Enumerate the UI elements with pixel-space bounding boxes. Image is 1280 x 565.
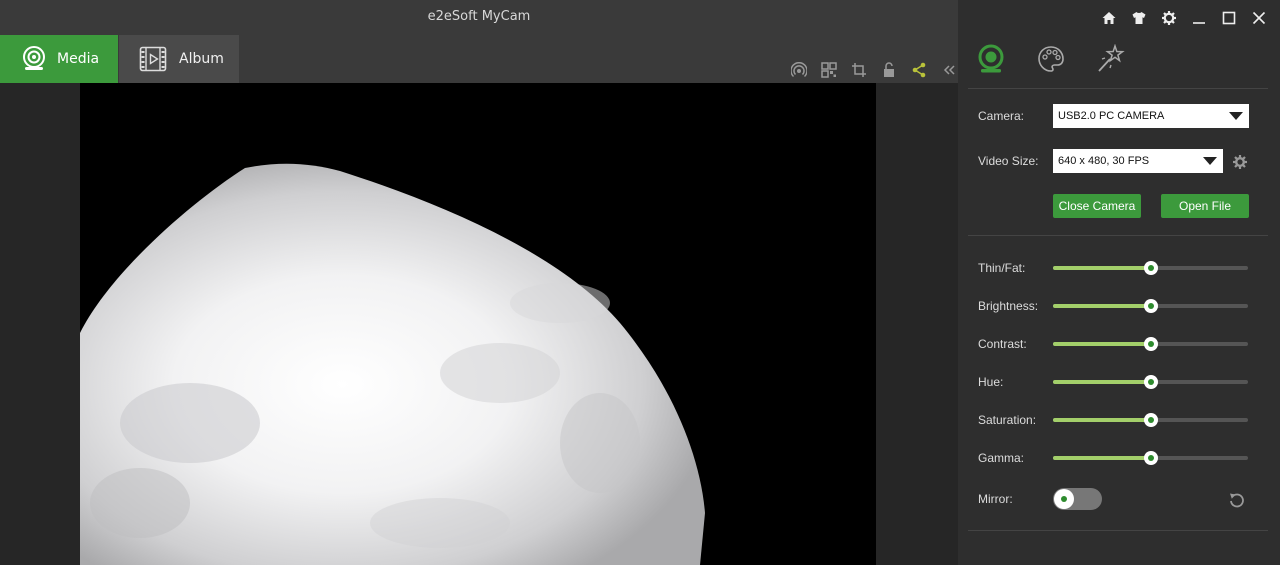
slider-label: Hue: xyxy=(978,375,1004,389)
dropdown-arrow-icon xyxy=(1203,157,1217,165)
window-controls xyxy=(1094,8,1274,28)
slider-fill xyxy=(1053,418,1151,422)
open-file-button[interactable]: Open File xyxy=(1161,194,1249,218)
camera-label: Camera: xyxy=(978,109,1025,123)
skin-icon[interactable] xyxy=(1124,8,1154,28)
divider xyxy=(968,88,1268,89)
slider-thumb[interactable] xyxy=(1143,299,1158,313)
unlock-icon[interactable] xyxy=(874,60,904,80)
slider-thumb[interactable] xyxy=(1143,337,1158,351)
close-camera-button[interactable]: Close Camera xyxy=(1053,194,1141,218)
adjustment-slider[interactable] xyxy=(1053,375,1248,389)
panel-tabs xyxy=(976,44,1156,74)
share-icon[interactable] xyxy=(904,60,934,80)
slider-label: Brightness: xyxy=(978,299,1039,313)
video-settings-icon[interactable] xyxy=(1233,154,1247,169)
tab-media[interactable]: Media xyxy=(0,35,118,83)
mycam-window: e2eSoft MyCam Media Album Camera: USB2.0… xyxy=(0,0,1280,565)
broadcast-icon[interactable] xyxy=(784,60,814,80)
camera-select-value: USB2.0 PC CAMERA xyxy=(1058,110,1165,122)
moon-image xyxy=(80,83,876,565)
camera-select[interactable]: USB2.0 PC CAMERA xyxy=(1053,104,1249,128)
film-icon xyxy=(138,44,168,74)
adjustment-slider[interactable] xyxy=(1053,337,1248,351)
slider-label: Contrast: xyxy=(978,337,1027,351)
camera-icon[interactable] xyxy=(976,44,1006,74)
home-icon[interactable] xyxy=(1094,8,1124,28)
adjustment-slider[interactable] xyxy=(1053,413,1248,427)
qr-code-icon[interactable] xyxy=(814,60,844,80)
settings-panel: Camera: USB2.0 PC CAMERA Video Size: 640… xyxy=(958,0,1280,565)
camera-preview xyxy=(80,83,876,565)
mirror-toggle[interactable] xyxy=(1053,488,1102,510)
slider-thumb[interactable] xyxy=(1143,375,1158,389)
adjustment-slider[interactable] xyxy=(1053,261,1248,275)
crop-icon[interactable] xyxy=(844,60,874,80)
video-size-select[interactable]: 640 x 480, 30 FPS xyxy=(1053,149,1223,173)
tab-media-label: Media xyxy=(57,51,100,67)
slider-thumb[interactable] xyxy=(1143,451,1158,465)
adjustment-slider[interactable] xyxy=(1053,451,1248,465)
slider-label: Saturation: xyxy=(978,413,1037,427)
preview-toolbar xyxy=(784,60,964,80)
settings-icon[interactable] xyxy=(1154,8,1184,28)
divider xyxy=(968,235,1268,236)
effects-icon[interactable] xyxy=(1096,44,1126,74)
window-title: e2eSoft MyCam xyxy=(427,9,531,24)
adjustment-slider[interactable] xyxy=(1053,299,1248,313)
minimize-icon[interactable] xyxy=(1184,8,1214,28)
slider-thumb[interactable] xyxy=(1143,261,1158,275)
divider xyxy=(968,530,1268,531)
tab-album[interactable]: Album xyxy=(119,35,239,83)
slider-fill xyxy=(1053,266,1151,270)
slider-thumb[interactable] xyxy=(1143,413,1158,427)
tab-album-label: Album xyxy=(179,51,224,67)
dropdown-arrow-icon xyxy=(1229,112,1243,120)
slider-fill xyxy=(1053,380,1151,384)
main-pane: e2eSoft MyCam Media Album xyxy=(0,0,958,565)
mirror-label: Mirror: xyxy=(978,492,1013,506)
webcam-icon xyxy=(19,44,49,74)
palette-icon[interactable] xyxy=(1036,44,1066,74)
slider-fill xyxy=(1053,456,1151,460)
slider-fill xyxy=(1053,304,1151,308)
reset-icon[interactable] xyxy=(1228,491,1246,509)
maximize-icon[interactable] xyxy=(1214,8,1244,28)
video-size-label: Video Size: xyxy=(978,154,1039,168)
slider-label: Gamma: xyxy=(978,451,1025,465)
toggle-knob xyxy=(1054,489,1074,509)
slider-fill xyxy=(1053,342,1151,346)
preview-area xyxy=(0,83,958,565)
video-size-value: 640 x 480, 30 FPS xyxy=(1058,155,1150,167)
slider-label: Thin/Fat: xyxy=(978,261,1026,275)
close-icon[interactable] xyxy=(1244,8,1274,28)
